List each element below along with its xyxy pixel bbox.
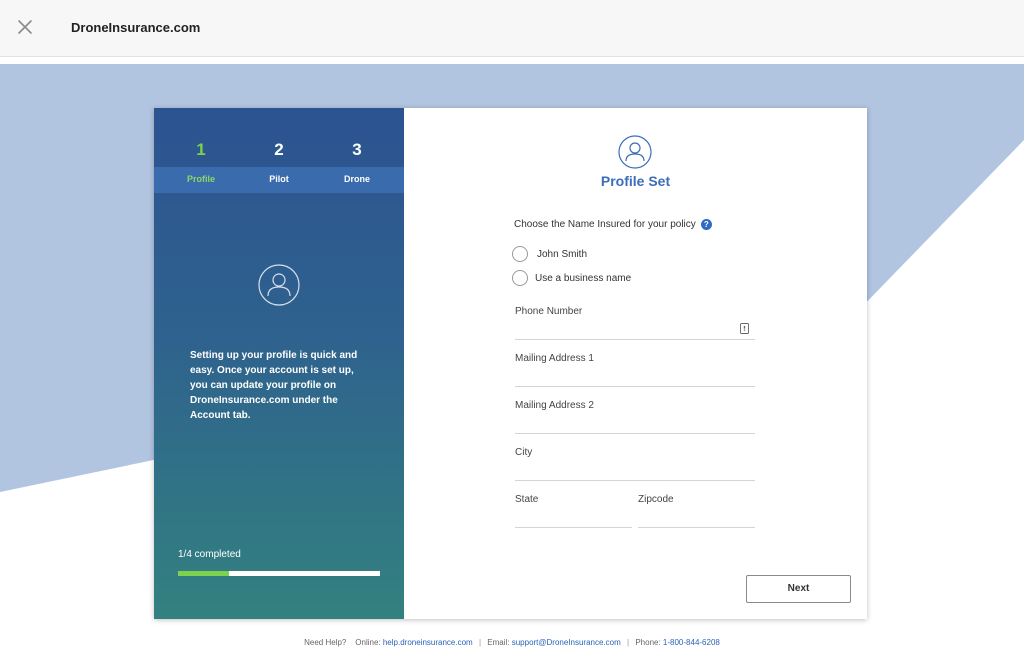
- field-label: State: [515, 494, 539, 505]
- profile-description: Setting up your profile is quick and eas…: [190, 350, 358, 421]
- radio-button[interactable]: [512, 270, 528, 286]
- profile-form: Profile Set Choose the Name Insured for …: [404, 108, 867, 619]
- radio-label: Use a business name: [535, 272, 632, 284]
- name-insured-question: Choose the Name Insured for your policy …: [514, 219, 712, 230]
- top-bar: DroneInsurance.com: [0, 0, 1024, 57]
- progress-bar: [178, 571, 380, 576]
- step-indicator: 1 Profile 2 Pilot 3 Drone: [154, 138, 404, 196]
- phone-link[interactable]: 1-800-844-6208: [663, 638, 720, 647]
- step-profile[interactable]: 1 Profile: [162, 138, 240, 192]
- step-number: 2: [274, 140, 284, 159]
- footer-separator: |: [478, 638, 482, 647]
- step-label: Pilot: [269, 174, 289, 184]
- footer-online-label: Online:: [355, 638, 381, 647]
- email-link[interactable]: support@DroneInsurance.com: [512, 638, 621, 647]
- field-label: Zipcode: [638, 494, 674, 505]
- question-circle-icon[interactable]: ?: [700, 219, 712, 230]
- step-number: 1: [196, 140, 206, 159]
- app-title: DroneInsurance.com: [71, 20, 201, 35]
- close-icon[interactable]: [14, 16, 36, 38]
- field-label: Mailing Address 2: [515, 400, 594, 411]
- progress-label: 1/4 completed: [178, 549, 241, 560]
- footer-phone-label: Phone:: [635, 638, 661, 647]
- mailing-address-2-field[interactable]: Mailing Address 2: [515, 400, 755, 434]
- state-field[interactable]: State: [515, 494, 632, 528]
- user-avatar-icon: [618, 135, 652, 169]
- profile-card: 1 Profile 2 Pilot 3 Drone Setting up you…: [154, 108, 867, 619]
- page-title: Profile Set: [600, 173, 671, 189]
- user-avatar-icon: [258, 264, 300, 306]
- help-link[interactable]: help.droneinsurance.com: [383, 638, 473, 647]
- field-label: Phone Number: [515, 306, 583, 317]
- footer-help-label: Need Help?: [304, 638, 347, 647]
- phone-icon: [740, 321, 749, 334]
- radio-option-business-name[interactable]: Use a business name: [512, 270, 631, 286]
- step-number: 3: [352, 140, 362, 159]
- mailing-address-1-field[interactable]: Mailing Address 1: [515, 353, 755, 387]
- radio-option-john-smith[interactable]: John Smith: [512, 246, 587, 262]
- radio-button[interactable]: [512, 246, 528, 262]
- footer-email-label: Email:: [487, 638, 510, 647]
- question-text: Choose the Name Insured for your policy: [514, 219, 696, 230]
- progress-fill: [178, 571, 229, 576]
- step-label: Profile: [186, 174, 215, 184]
- steps-sidebar: 1 Profile 2 Pilot 3 Drone Setting up you…: [154, 108, 404, 619]
- field-label: City: [515, 447, 533, 458]
- zipcode-field[interactable]: Zipcode: [638, 494, 755, 528]
- step-drone[interactable]: 3 Drone: [318, 138, 396, 192]
- radio-label: John Smith: [537, 248, 588, 260]
- help-footer: Need Help? Online: help.droneinsurance.c…: [0, 638, 1024, 647]
- next-button[interactable]: Next: [746, 575, 851, 603]
- field-label: Mailing Address 1: [515, 353, 594, 364]
- step-pilot[interactable]: 2 Pilot: [240, 138, 318, 192]
- step-label: Drone: [343, 174, 370, 184]
- footer-separator: |: [627, 638, 630, 647]
- phone-number-field[interactable]: Phone Number: [515, 306, 755, 340]
- city-field[interactable]: City: [515, 447, 755, 481]
